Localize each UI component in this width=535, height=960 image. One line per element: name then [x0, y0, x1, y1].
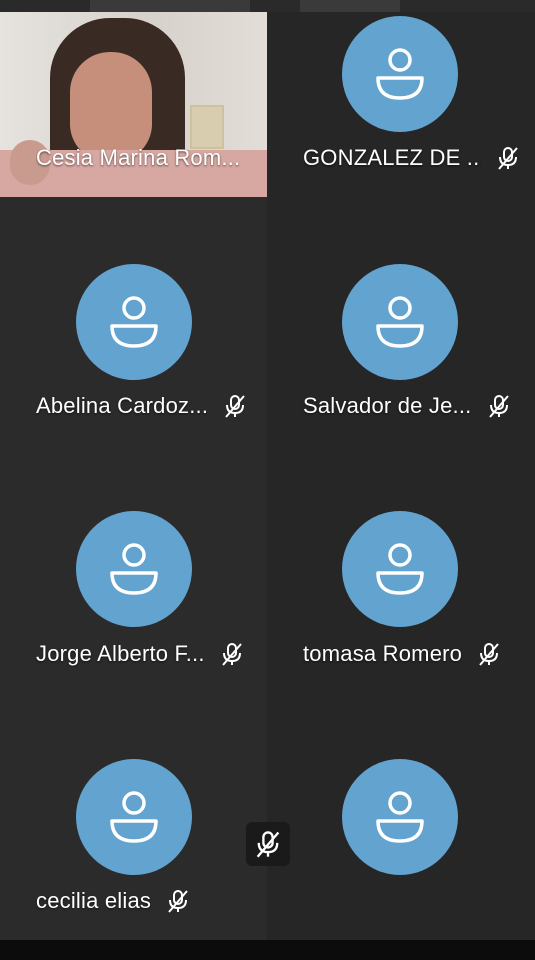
participant-name-row: Salvador de Je... — [267, 391, 535, 421]
mic-off-icon — [256, 831, 280, 858]
participant-tile[interactable] — [267, 692, 535, 940]
participant-name-row: GONZALEZ DE ... — [267, 143, 535, 173]
participant-name-row: cecilia elias — [0, 886, 267, 916]
mic-off-icon — [476, 641, 502, 667]
participant-name-row — [267, 886, 535, 916]
participant-name-row: tomasa Romero — [267, 639, 535, 669]
top-strip — [0, 0, 535, 12]
top-strip-segment — [300, 0, 400, 12]
mic-off-icon — [486, 393, 512, 419]
user-avatar-icon — [342, 511, 458, 627]
participant-tile[interactable]: cecilia elias — [0, 692, 267, 940]
mic-off-icon — [222, 393, 248, 419]
participant-tile[interactable]: Jorge Alberto F... — [0, 444, 267, 692]
participant-name-row: Abelina Cardoz... — [0, 391, 267, 421]
participant-name: Salvador de Je... — [303, 393, 472, 418]
user-avatar-icon — [342, 759, 458, 875]
participant-tile[interactable]: GONZALEZ DE ... — [267, 0, 535, 197]
participant-name: tomasa Romero — [303, 641, 463, 666]
mic-off-icon — [165, 888, 191, 914]
participant-tile-video[interactable]: Cesia Marina Rom... — [0, 0, 267, 197]
participant-name: GONZALEZ DE ... — [303, 145, 481, 170]
bottom-bar — [0, 940, 535, 960]
user-avatar-icon — [76, 759, 192, 875]
participant-name: cecilia elias — [36, 888, 152, 913]
top-strip-segment — [90, 0, 250, 12]
participant-name: Abelina Cardoz... — [36, 393, 209, 418]
user-avatar-icon — [342, 264, 458, 380]
participant-name-row: Cesia Marina Rom... — [0, 143, 267, 173]
user-avatar-icon — [342, 16, 458, 132]
mic-off-icon — [219, 641, 245, 667]
participant-tile[interactable]: Salvador de Je... — [267, 197, 535, 444]
participant-name-row: Jorge Alberto F... — [0, 639, 267, 669]
mic-off-icon — [495, 145, 521, 171]
participant-tile[interactable]: Abelina Cardoz... — [0, 197, 267, 444]
user-avatar-icon — [76, 264, 192, 380]
participant-tile[interactable]: tomasa Romero — [267, 444, 535, 692]
participant-grid: Cesia Marina Rom... GONZALEZ DE ... Abel… — [0, 0, 535, 940]
meeting-screen: Cesia Marina Rom... GONZALEZ DE ... Abel… — [0, 0, 535, 960]
participant-name: Cesia Marina Rom... — [36, 145, 241, 170]
user-avatar-icon — [76, 511, 192, 627]
participant-name: Jorge Alberto F... — [36, 641, 205, 666]
self-mute-button[interactable] — [246, 822, 290, 866]
